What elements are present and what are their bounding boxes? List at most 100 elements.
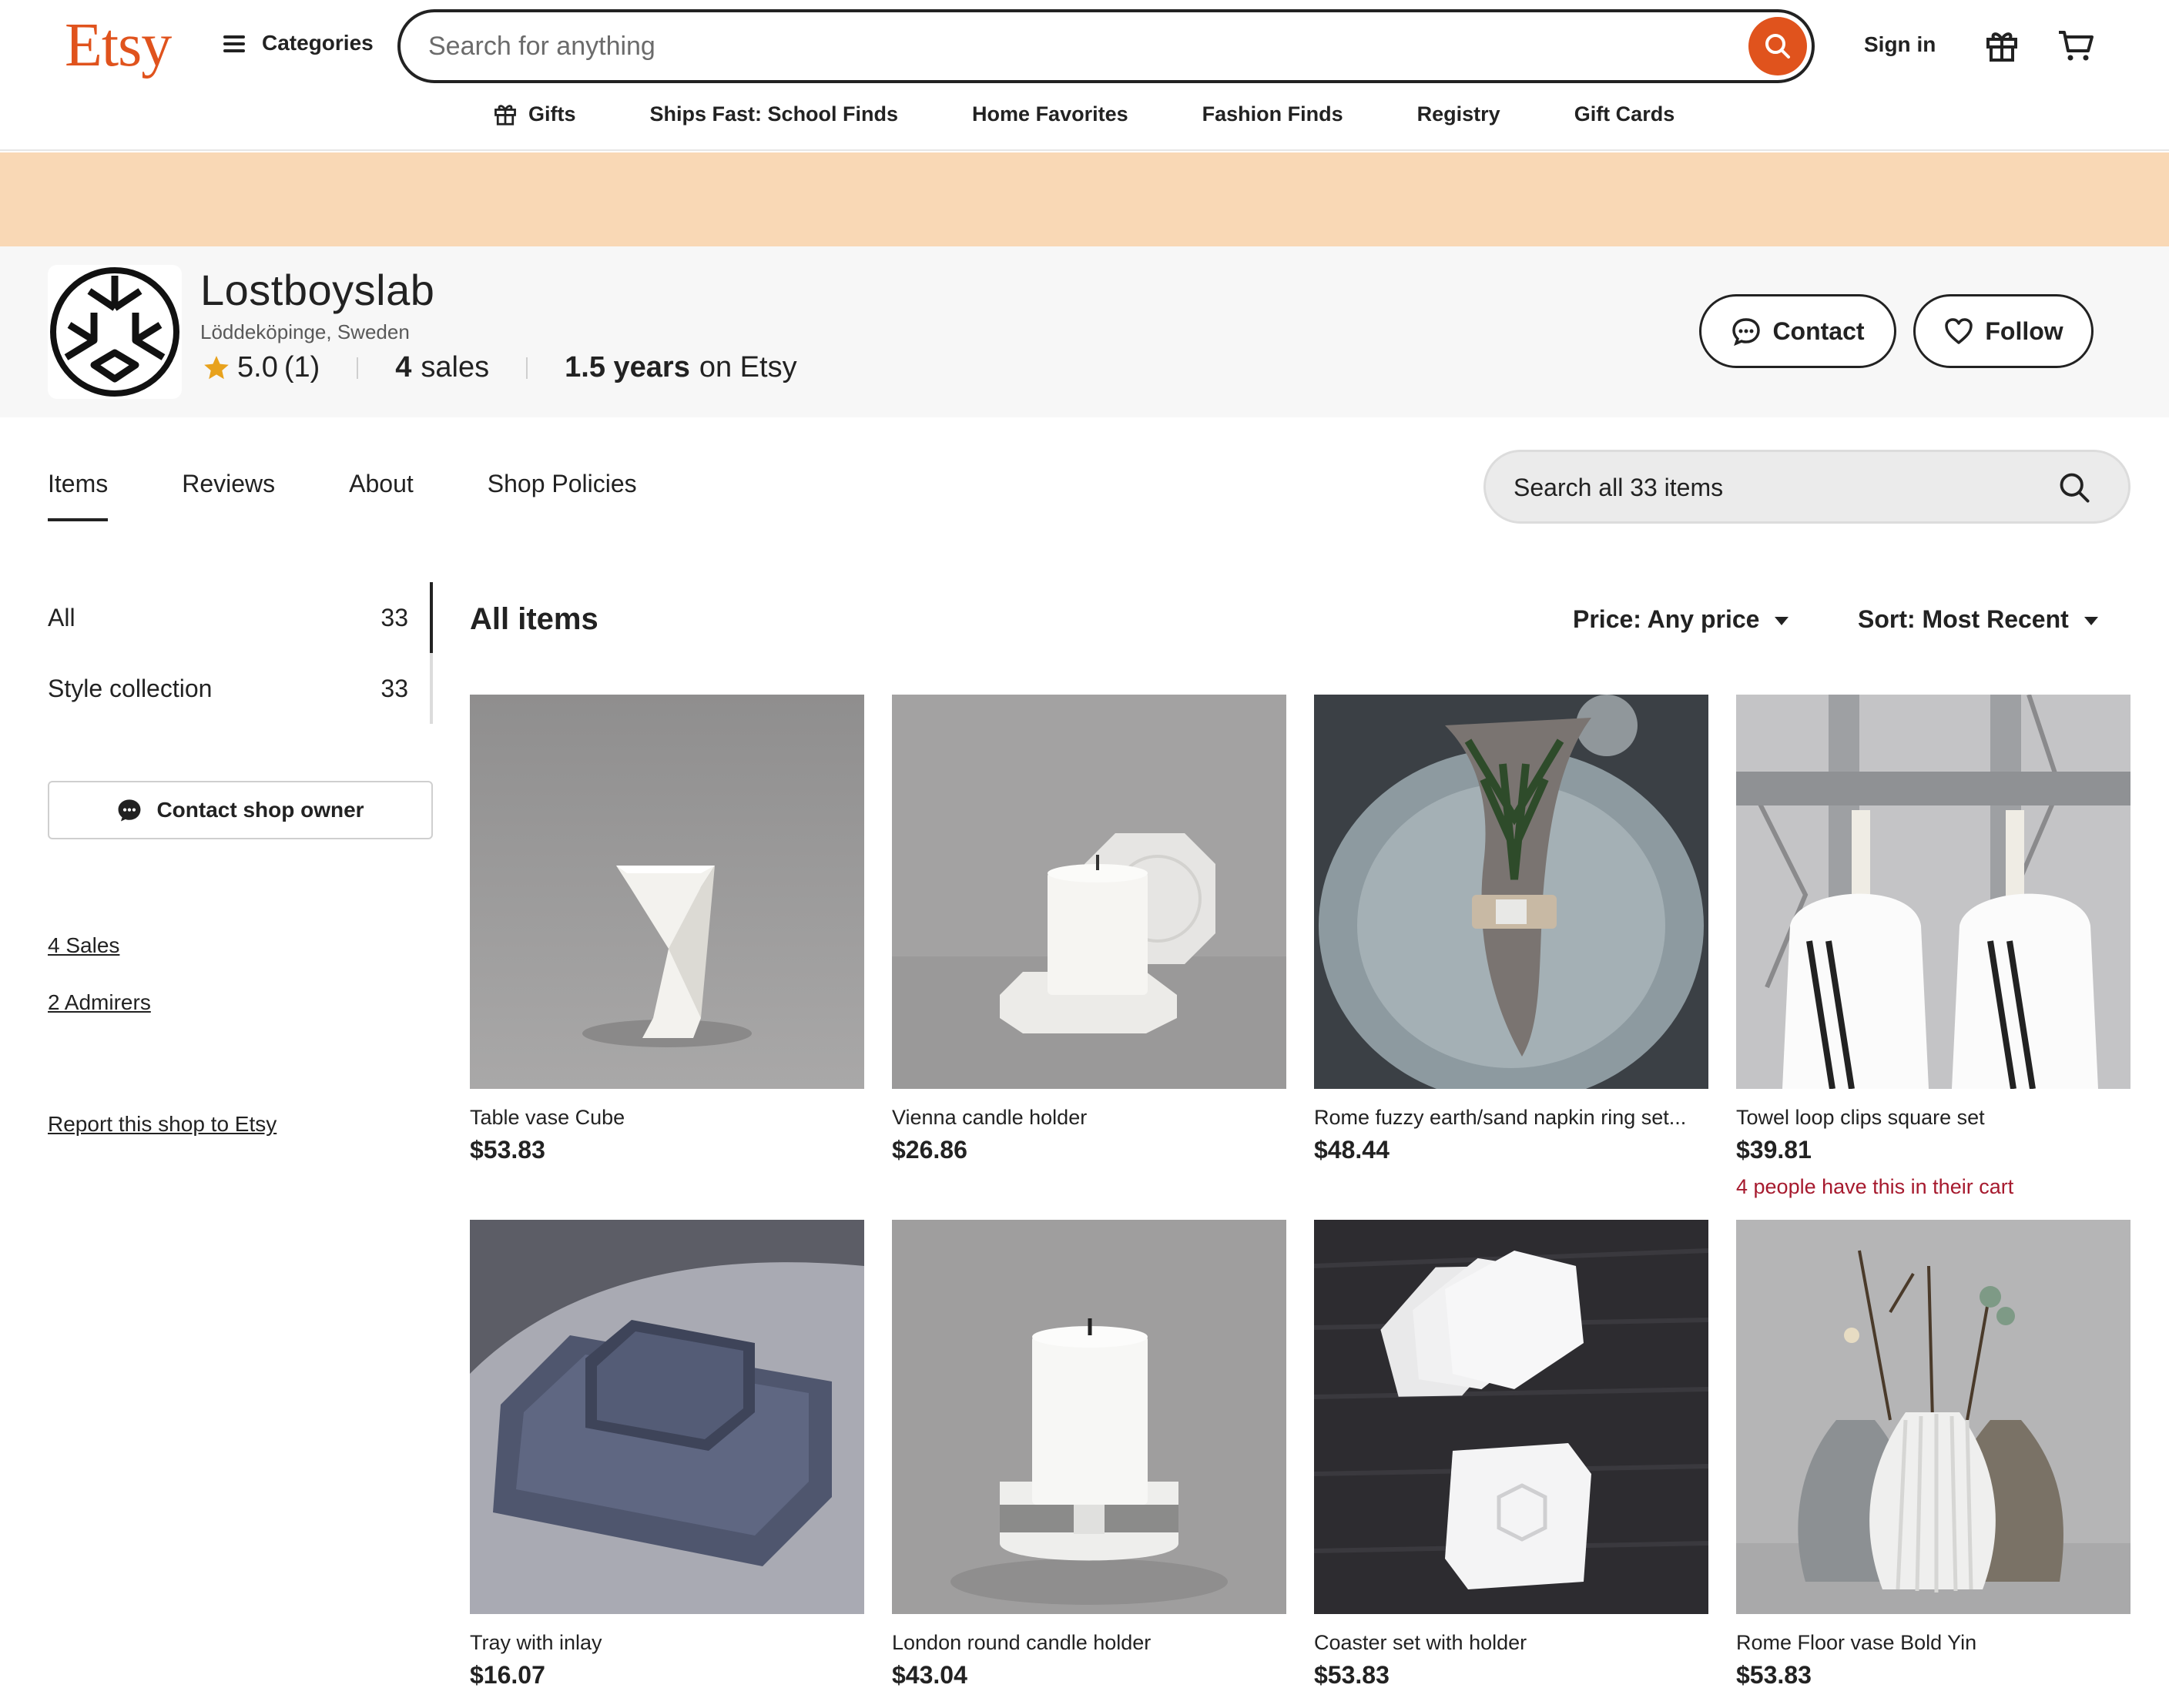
stat-divider (357, 357, 359, 379)
listing-image[interactable] (470, 695, 864, 1089)
coaster-set-image (1314, 1220, 1708, 1614)
listing-title[interactable]: Coaster set with holder (1314, 1631, 1708, 1655)
search-icon (1765, 34, 1790, 59)
price-filter-dropdown[interactable]: Price: Any price (1573, 605, 1789, 634)
nav-home-favorites[interactable]: Home Favorites (972, 102, 1128, 126)
nav-registry[interactable]: Registry (1417, 102, 1500, 126)
categories-label: Categories (262, 31, 374, 55)
listing-card-tray-with-inlay[interactable]: Tray with inlay $16.07 (470, 1220, 864, 1690)
hamburger-icon (223, 34, 246, 52)
candle-holder-image (892, 695, 1286, 1089)
nav-ships-fast[interactable]: Ships Fast: School Finds (650, 102, 899, 126)
heart-icon (1945, 318, 1973, 344)
follow-button[interactable]: Follow (1913, 294, 2094, 368)
listing-price: $39.81 (1736, 1136, 1812, 1164)
cart-icon (2059, 31, 2094, 61)
listing-price: $43.04 (892, 1661, 967, 1689)
listing-card-vienna-candle-holder[interactable]: Vienna candle holder $26.86 (892, 695, 1286, 1164)
listing-title[interactable]: Rome Floor vase Bold Yin (1736, 1631, 2130, 1655)
round-candle-holder-image (892, 1220, 1286, 1614)
listing-card-rome-floor-vase[interactable]: Rome Floor vase Bold Yin $53.83 (1736, 1220, 2130, 1690)
gift-icon (494, 105, 516, 126)
listing-card-rome-napkin-ring[interactable]: Rome fuzzy earth/sand napkin ring set...… (1314, 695, 1708, 1164)
gift-button[interactable] (1984, 28, 2020, 67)
floor-vase-image (1736, 1220, 2130, 1614)
chat-icon (1732, 318, 1761, 347)
contact-shop-owner-button[interactable]: Contact shop owner (48, 781, 433, 839)
follow-label: Follow (1985, 316, 2063, 345)
vase-cube-image (470, 695, 864, 1089)
napkin-ring-image (1314, 695, 1708, 1089)
shop-rating: 5.0 (237, 351, 278, 383)
listing-image[interactable] (1314, 695, 1708, 1089)
listing-price: $53.83 (1736, 1661, 1812, 1689)
categories-menu-button[interactable]: Categories (223, 31, 374, 55)
global-search-input[interactable] (428, 29, 1661, 63)
listing-price: $48.44 (1314, 1136, 1390, 1164)
sort-dropdown[interactable]: Sort: Most Recent (1858, 605, 2098, 634)
tab-reviews[interactable]: Reviews (182, 470, 275, 521)
listing-image[interactable] (1736, 1220, 2130, 1614)
sidebar-category-label: Style collection (48, 674, 213, 702)
shop-stats: 5.0 (1) 4 sales 1.5 years on Etsy (202, 351, 797, 384)
shop-search-input[interactable] (1514, 471, 2022, 504)
price-filter-label: Price: Any price (1573, 605, 1760, 633)
sales-link[interactable]: 4 Sales (48, 933, 119, 958)
in-cart-notice: 4 people have this in their cart (1736, 1175, 2014, 1198)
star-icon (204, 355, 229, 379)
tab-shop-policies[interactable]: Shop Policies (488, 470, 637, 521)
listing-title[interactable]: Table vase Cube (470, 1106, 864, 1130)
shop-rating-count[interactable]: (1) (284, 351, 320, 384)
listing-title[interactable]: Tray with inlay (470, 1631, 864, 1655)
nav-gift-cards[interactable]: Gift Cards (1574, 102, 1675, 126)
listing-title[interactable]: Towel loop clips square set (1736, 1106, 2130, 1130)
listing-price: $53.83 (470, 1136, 545, 1164)
nav-gifts-label: Gifts (528, 102, 576, 126)
sidebar-category-label: All (48, 603, 75, 631)
listing-card-towel-loop-clips[interactable]: Towel loop clips square set $39.81 4 peo… (1736, 695, 2130, 1199)
site-header: Etsy Categories Sign in (0, 0, 2169, 151)
contact-shop-owner-label: Contact shop owner (156, 798, 364, 822)
listing-title[interactable]: Rome fuzzy earth/sand napkin ring set... (1314, 1106, 1708, 1130)
shop-years-word: on Etsy (699, 351, 797, 383)
contact-label: Contact (1772, 316, 1865, 345)
sidebar-category-all[interactable]: All 33 (48, 582, 433, 653)
listing-title[interactable]: London round candle holder (892, 1631, 1286, 1655)
shop-years-num: 1.5 years (565, 351, 690, 383)
tab-items[interactable]: Items (48, 470, 109, 521)
shop-sales-num: 4 (395, 351, 412, 383)
shop-search-bar (1483, 450, 2130, 524)
listing-image[interactable] (892, 695, 1286, 1089)
sidebar-category-count: 33 (380, 674, 408, 702)
contact-button[interactable]: Contact (1699, 294, 1896, 368)
listing-title[interactable]: Vienna candle holder (892, 1106, 1286, 1130)
shop-logo (48, 265, 182, 399)
shop-name: Lostboyslab (200, 266, 435, 314)
caret-down-icon (2084, 617, 2098, 625)
nav-gifts[interactable]: Gifts (493, 102, 576, 126)
listing-image[interactable] (1314, 1220, 1708, 1614)
global-search-bar (397, 9, 1815, 83)
tab-about[interactable]: About (349, 470, 414, 521)
chat-icon (118, 799, 141, 822)
sidebar-category-count: 33 (380, 603, 408, 631)
global-search-button[interactable] (1748, 17, 1807, 75)
shop-banner (0, 152, 2169, 246)
listing-image[interactable] (892, 1220, 1286, 1614)
listing-card-coaster-set[interactable]: Coaster set with holder $53.83 (1314, 1220, 1708, 1690)
towel-clips-image (1736, 695, 2130, 1089)
search-icon[interactable] (2057, 471, 2091, 504)
listing-image[interactable] (470, 1220, 864, 1614)
listing-card-london-round-candle-holder[interactable]: London round candle holder $43.04 (892, 1220, 1286, 1690)
listing-image[interactable] (1736, 695, 2130, 1089)
listing-card-table-vase-cube[interactable]: Table vase Cube $53.83 (470, 695, 864, 1164)
cart-button[interactable] (2057, 28, 2095, 67)
sign-in-link[interactable]: Sign in (1864, 32, 1936, 57)
shop-location: Löddeköpinge, Sweden (200, 320, 410, 343)
report-shop-link[interactable]: Report this shop to Etsy (48, 1112, 277, 1137)
shop-tabs: Items Reviews About Shop Policies (48, 470, 711, 521)
sidebar-category-style-collection[interactable]: Style collection 33 (48, 653, 433, 724)
admirers-link[interactable]: 2 Admirers (48, 990, 151, 1015)
nav-fashion-finds[interactable]: Fashion Finds (1202, 102, 1343, 126)
etsy-logo[interactable]: Etsy (65, 11, 172, 81)
